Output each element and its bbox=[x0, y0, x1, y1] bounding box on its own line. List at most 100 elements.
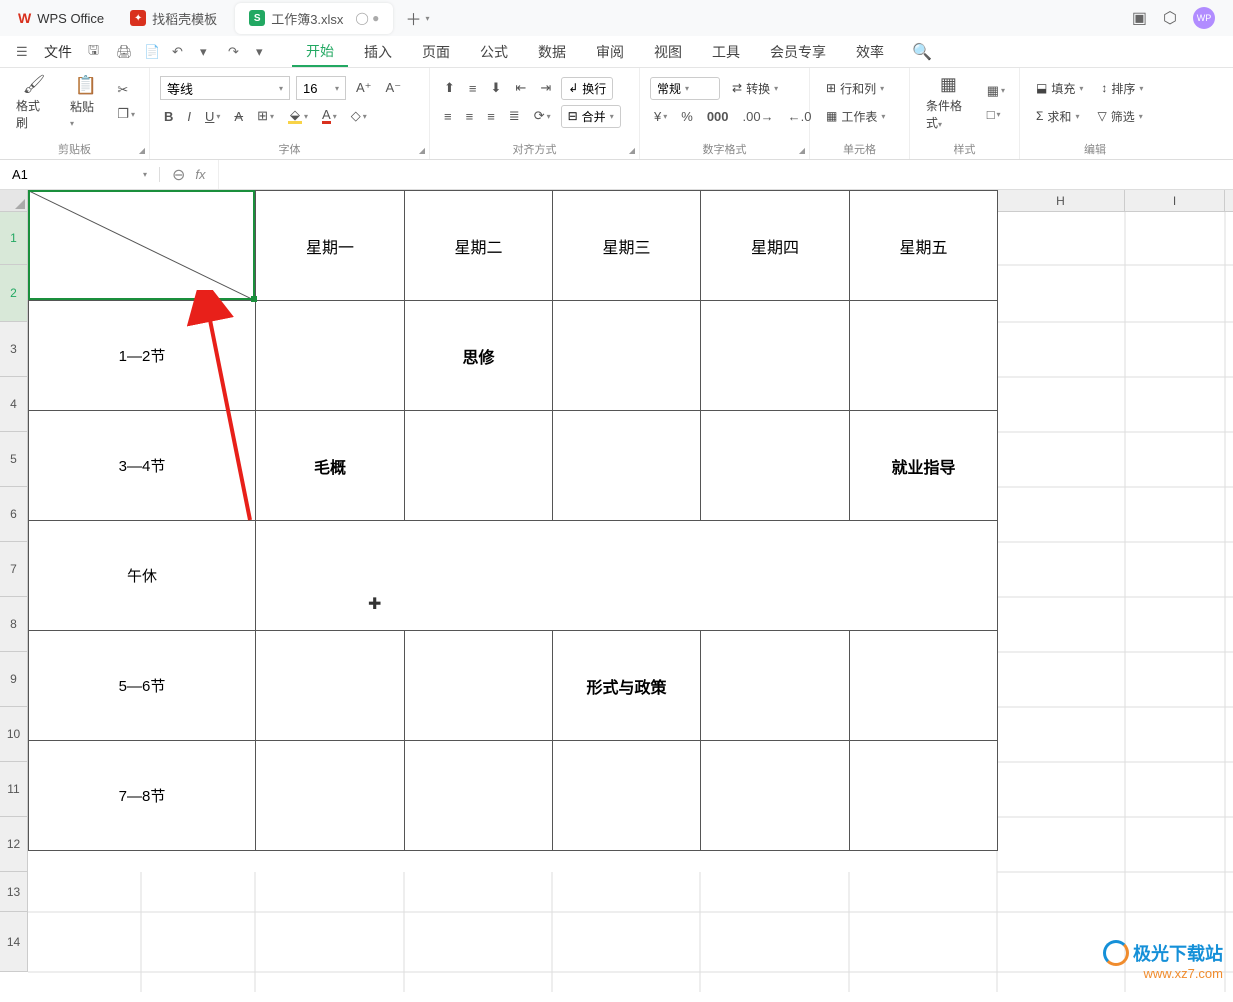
period-lunch[interactable]: 午休 bbox=[29, 521, 256, 631]
cut-button[interactable]: ✂ bbox=[113, 80, 139, 100]
schedule-table[interactable]: 星期一 星期二 星期三 星期四 星期五 1—2节 思修 3—4节 毛概 就 bbox=[28, 190, 998, 851]
font-name-select[interactable]: 等线▾ bbox=[160, 76, 290, 100]
decrease-indent-button[interactable]: ⇤ bbox=[511, 78, 530, 98]
slot[interactable]: 就业指导 bbox=[850, 411, 998, 521]
border-button[interactable]: ⊞▾ bbox=[253, 106, 278, 126]
rowcol-button[interactable]: ⊞行和列▾ bbox=[820, 78, 890, 99]
save-icon[interactable]: 🖫 bbox=[88, 41, 106, 63]
wrap-text-button[interactable]: ↲换行 bbox=[561, 77, 613, 100]
align-center-button[interactable]: ≡ bbox=[462, 107, 478, 126]
new-tab-button[interactable]: ＋ ▾ bbox=[395, 0, 439, 36]
sheet-button[interactable]: ▦工作表▾ bbox=[820, 106, 891, 127]
undo-dropdown[interactable]: ▾ bbox=[200, 44, 218, 60]
row-header-3[interactable]: 3 bbox=[0, 322, 28, 377]
menu-insert[interactable]: 插入 bbox=[350, 38, 406, 66]
row-header-5[interactable]: 5 bbox=[0, 432, 28, 487]
slot[interactable] bbox=[701, 631, 850, 741]
search-icon[interactable]: 🔍 bbox=[912, 42, 932, 62]
fill-button[interactable]: ⬓填充▾ bbox=[1030, 78, 1089, 99]
menu-vip[interactable]: 会员专享 bbox=[756, 38, 840, 66]
menu-start[interactable]: 开始 bbox=[292, 37, 348, 67]
table-style-button[interactable]: □▾ bbox=[983, 105, 1009, 124]
strikethrough-button[interactable]: A bbox=[230, 107, 247, 126]
row-header-14[interactable]: 14 bbox=[0, 912, 28, 972]
tab-template[interactable]: ✦ 找稻壳模板 bbox=[116, 3, 231, 34]
menu-efficiency[interactable]: 效率 bbox=[842, 38, 898, 66]
slot[interactable]: 思修 bbox=[405, 301, 553, 411]
align-expand-icon[interactable]: ◢ bbox=[629, 146, 635, 155]
period-4[interactable]: 7—8节 bbox=[29, 741, 256, 851]
select-all-corner[interactable] bbox=[0, 190, 28, 211]
number-expand-icon[interactable]: ◢ bbox=[799, 146, 805, 155]
slot[interactable]: 毛概 bbox=[256, 411, 405, 521]
menu-data[interactable]: 数据 bbox=[524, 38, 580, 66]
layout-icon[interactable]: ▣ bbox=[1132, 8, 1147, 28]
redo-icon[interactable]: ↷ bbox=[228, 44, 246, 60]
align-right-button[interactable]: ≡ bbox=[483, 107, 499, 126]
slot[interactable] bbox=[553, 411, 701, 521]
slot[interactable] bbox=[553, 301, 701, 411]
slot[interactable] bbox=[850, 301, 998, 411]
decrease-font-button[interactable]: A⁻ bbox=[382, 78, 406, 98]
day-thu[interactable]: 星期四 bbox=[701, 191, 850, 301]
row-header-7[interactable]: 7 bbox=[0, 542, 28, 597]
menu-formula[interactable]: 公式 bbox=[466, 38, 522, 66]
tab-workbook[interactable]: S 工作簿3.xlsx ◯ ● bbox=[235, 3, 393, 34]
row-header-12[interactable]: 12 bbox=[0, 817, 28, 872]
font-color-button[interactable]: A▾ bbox=[318, 107, 341, 126]
slot[interactable] bbox=[405, 741, 553, 851]
increase-decimal-button[interactable]: .00→ bbox=[739, 107, 778, 126]
day-wed[interactable]: 星期三 bbox=[553, 191, 701, 301]
underline-button[interactable]: U▾ bbox=[201, 107, 224, 126]
align-bottom-button[interactable]: ⬇ bbox=[487, 78, 506, 98]
merge-button[interactable]: ⊟合并▾ bbox=[561, 105, 621, 128]
filter-button[interactable]: ▽筛选▾ bbox=[1091, 106, 1148, 127]
menu-tools[interactable]: 工具 bbox=[698, 38, 754, 66]
slot[interactable] bbox=[256, 301, 405, 411]
period-2[interactable]: 3—4节 bbox=[29, 411, 256, 521]
lunch-row[interactable] bbox=[256, 521, 998, 631]
formula-input[interactable] bbox=[218, 160, 1233, 189]
slot[interactable] bbox=[701, 411, 850, 521]
row-header-8[interactable]: 8 bbox=[0, 597, 28, 652]
slot[interactable] bbox=[256, 631, 405, 741]
menu-page[interactable]: 页面 bbox=[408, 38, 464, 66]
font-expand-icon[interactable]: ◢ bbox=[419, 146, 425, 155]
undo-icon[interactable]: ↶ bbox=[172, 44, 190, 60]
percent-button[interactable]: % bbox=[677, 107, 697, 126]
row-header-11[interactable]: 11 bbox=[0, 762, 28, 817]
file-menu[interactable]: 文件 bbox=[44, 42, 72, 62]
copy-button[interactable]: ❐▾ bbox=[113, 104, 139, 124]
redo-dropdown[interactable]: ▾ bbox=[256, 44, 274, 60]
justify-button[interactable]: ≣ bbox=[505, 106, 524, 126]
row-header-6[interactable]: 6 bbox=[0, 487, 28, 542]
period-3[interactable]: 5—6节 bbox=[29, 631, 256, 741]
fx-icon[interactable]: fx bbox=[195, 167, 205, 182]
align-top-button[interactable]: ⬆ bbox=[440, 78, 459, 98]
zoom-icon[interactable]: ⊖ bbox=[172, 165, 185, 185]
paste-button[interactable]: 📋 粘贴 ▾ bbox=[64, 73, 107, 131]
slot[interactable] bbox=[553, 741, 701, 851]
slot[interactable] bbox=[850, 741, 998, 851]
increase-font-button[interactable]: A⁺ bbox=[352, 78, 376, 98]
comma-button[interactable]: 000 bbox=[703, 107, 733, 126]
row-header-2[interactable]: 2 bbox=[0, 265, 28, 322]
day-fri[interactable]: 星期五 bbox=[850, 191, 998, 301]
day-mon[interactable]: 星期一 bbox=[256, 191, 405, 301]
clipboard-expand-icon[interactable]: ◢ bbox=[139, 146, 145, 155]
slot[interactable] bbox=[701, 301, 850, 411]
user-avatar[interactable]: WP bbox=[1193, 7, 1215, 29]
menu-icon[interactable]: ☰ bbox=[16, 44, 34, 60]
convert-button[interactable]: ⇄转换▾ bbox=[726, 78, 784, 99]
font-size-select[interactable]: 16▾ bbox=[296, 76, 346, 100]
highlight-button[interactable]: ⬙▾ bbox=[284, 107, 312, 126]
period-1[interactable]: 1—2节 bbox=[29, 301, 256, 411]
preview-icon[interactable]: 📄 bbox=[144, 44, 162, 60]
row-header-1[interactable]: 1 bbox=[0, 212, 28, 265]
cell-style-button[interactable]: ▦▾ bbox=[983, 81, 1009, 101]
schedule-corner-cell[interactable] bbox=[29, 191, 256, 301]
row-header-9[interactable]: 9 bbox=[0, 652, 28, 707]
bold-button[interactable]: B bbox=[160, 107, 177, 126]
increase-indent-button[interactable]: ⇥ bbox=[536, 78, 555, 98]
format-painter-button[interactable]: 🖌 格式刷 bbox=[10, 72, 58, 133]
